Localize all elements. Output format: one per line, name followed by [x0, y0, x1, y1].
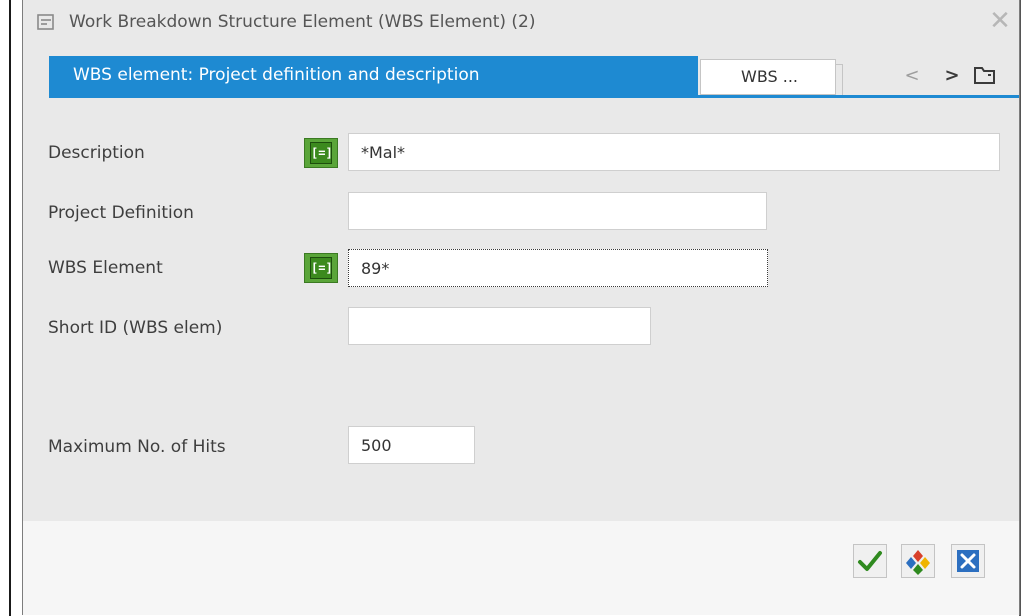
button-bar: [23, 521, 1019, 615]
window-title: Work Breakdown Structure Element (WBS El…: [69, 12, 536, 32]
tab-project-definition-description[interactable]: WBS element: Project definition and desc…: [49, 56, 698, 95]
max-hits-label: Maximum No. of Hits: [48, 437, 226, 457]
multiple-selection-icon: [906, 550, 930, 575]
dialog-window: Work Breakdown Structure Element (WBS El…: [22, 0, 1020, 615]
checkmark-icon: [858, 551, 882, 571]
tab-strip: WBS element: Project definition and desc…: [49, 56, 1019, 98]
title-bar: Work Breakdown Structure Element (WBS El…: [23, 0, 1019, 47]
select-options-icon: [=]: [310, 142, 333, 164]
tab-list-icon[interactable]: [970, 56, 1000, 95]
cancel-button[interactable]: [951, 544, 985, 578]
short-id-input[interactable]: [348, 307, 651, 345]
tab-underline: [49, 95, 1019, 98]
project-definition-label: Project Definition: [48, 203, 194, 223]
multiple-selection-button[interactable]: [901, 544, 935, 578]
max-hits-input[interactable]: [348, 426, 475, 464]
description-label: Description: [48, 143, 145, 163]
wbs-element-label: WBS Element: [48, 258, 163, 278]
frame-left-border: [9, 0, 11, 616]
close-icon[interactable]: ✕: [985, 6, 1015, 36]
select-options-icon: [=]: [310, 257, 333, 279]
continue-button[interactable]: [853, 544, 887, 578]
tab-scroll-right-icon[interactable]: >: [942, 56, 962, 95]
wbs-element-input[interactable]: [348, 249, 768, 287]
tab-wbs[interactable]: WBS ...: [700, 59, 843, 96]
project-definition-input[interactable]: [348, 192, 767, 230]
short-id-label: Short ID (WBS elem): [48, 318, 223, 338]
cancel-icon: [957, 550, 979, 572]
window-menu-icon[interactable]: [37, 13, 55, 31]
description-select-options-button[interactable]: [=]: [304, 138, 338, 168]
description-input[interactable]: [348, 133, 1000, 171]
tab-scroll-left-icon[interactable]: <: [902, 56, 922, 95]
wbs-element-select-options-button[interactable]: [=]: [304, 253, 338, 283]
